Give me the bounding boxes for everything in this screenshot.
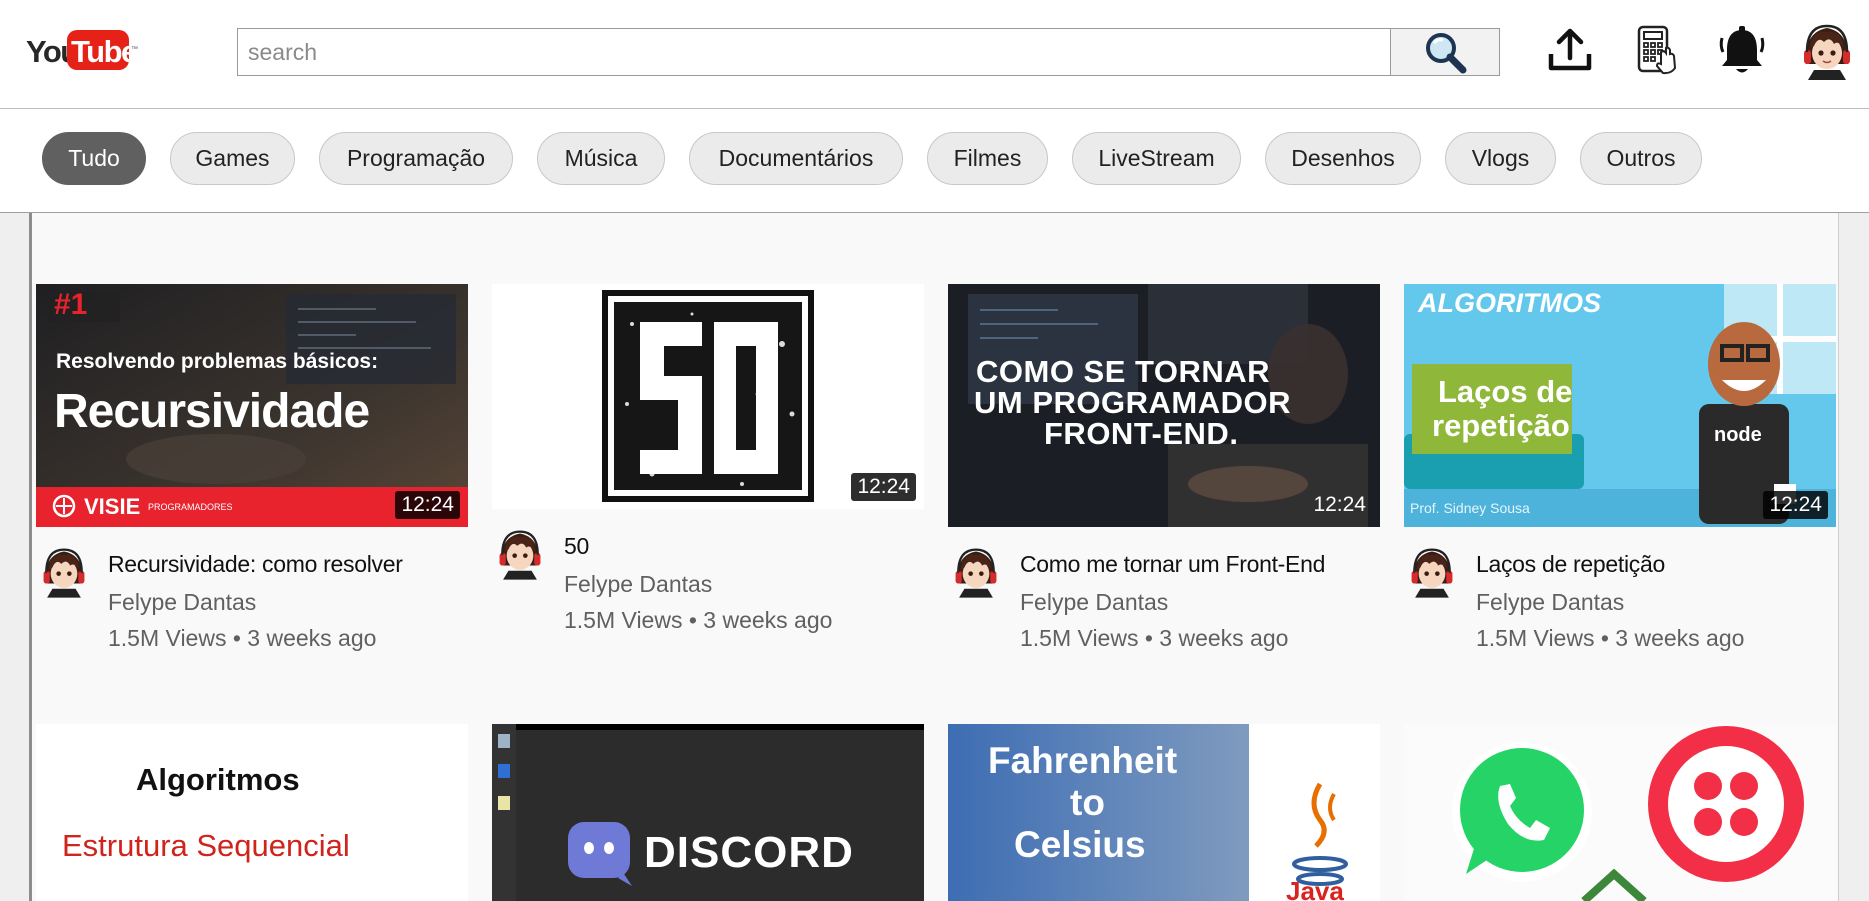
thumbnail-image xyxy=(1404,724,1836,901)
video-meta: 1.5M Views • 3 weeks ago xyxy=(564,607,833,633)
video-duration: 12:24 xyxy=(851,473,916,501)
thumb-shirt-text: node xyxy=(1714,424,1762,446)
category-chip-bar: Tudo Games Programação Música Documentár… xyxy=(0,109,1869,213)
left-sidebar-strip xyxy=(0,213,32,901)
thumb-line1: Laços de xyxy=(1438,374,1573,409)
thumb-line1: Resolvendo problemas básicos: xyxy=(56,350,379,373)
visie-logo-icon xyxy=(52,494,76,518)
right-scroll-strip[interactable] xyxy=(1838,213,1869,901)
chip-label: Música xyxy=(564,145,638,171)
thumb-line2: Estrutura Sequencial xyxy=(62,828,350,863)
twilio-logo-icon xyxy=(1648,726,1804,882)
channel-avatar[interactable] xyxy=(40,544,88,598)
video-feed: #1 Resolvendo problemas básicos: Recursi… xyxy=(0,213,1869,901)
thumb-line2: to xyxy=(1070,782,1105,823)
thumb-credit: Prof. Sidney Sousa xyxy=(1410,500,1530,516)
logo-trademark: ™ xyxy=(131,46,138,53)
avatar-icon xyxy=(1804,24,1850,80)
video-meta: 1.5M Views • 3 weeks ago xyxy=(1020,625,1289,651)
video-thumbnail[interactable]: ALGORITMOS Laços de repetição node Prof.… xyxy=(1404,284,1836,527)
channel-avatar[interactable] xyxy=(1408,544,1456,598)
channel-avatar[interactable] xyxy=(952,544,1000,598)
avatar-icon xyxy=(1411,548,1453,598)
video-thumbnail[interactable]: Fahrenheit to Celsius Java xyxy=(948,724,1380,901)
channel-name[interactable]: Felype Dantas xyxy=(564,571,712,598)
logo-tube-box: Tube xyxy=(67,30,138,70)
discord-logo-icon xyxy=(568,822,632,886)
user-avatar[interactable] xyxy=(1800,20,1854,80)
channel-avatar[interactable] xyxy=(496,526,544,580)
search-icon xyxy=(1426,33,1467,74)
video-card[interactable]: ALGORITMOS Laços de repetição node Prof.… xyxy=(1404,284,1836,615)
video-duration: 12:24 xyxy=(395,491,460,519)
upload-button[interactable] xyxy=(1543,22,1597,78)
chip-vlogs[interactable]: Vlogs xyxy=(1445,132,1556,185)
chip-tudo[interactable]: Tudo xyxy=(42,132,146,185)
video-title[interactable]: Como me tornar um Front-End xyxy=(1020,551,1325,578)
upload-icon xyxy=(1548,28,1592,71)
video-duration: 12:24 xyxy=(1313,493,1366,516)
chip-label: LiveStream xyxy=(1098,145,1215,171)
thumb-line1: Algoritmos xyxy=(136,762,300,797)
video-card[interactable]: 12:24 50 Felype Dantas xyxy=(492,284,924,604)
chip-label: Programação xyxy=(346,145,486,171)
video-thumbnail[interactable]: #1 Resolvendo problemas básicos: Recursi… xyxy=(36,284,468,527)
thumb-line2: repetição xyxy=(1432,408,1570,443)
chip-label: Desenhos xyxy=(1291,145,1395,171)
chip-label: Games xyxy=(195,145,270,171)
video-thumbnail[interactable]: DISCORD xyxy=(492,724,924,901)
channel-name[interactable]: Felype Dantas xyxy=(1476,589,1624,616)
chip-games[interactable]: Games xyxy=(170,132,295,185)
youtube-logo[interactable]: You Tube ™ xyxy=(26,30,138,72)
avatar-icon xyxy=(499,530,541,580)
video-card[interactable]: COMO SE TORNAR UM PROGRAMADOR FRONT-END.… xyxy=(948,284,1380,615)
chip-label: Outros xyxy=(1606,145,1676,171)
channel-name[interactable]: Felype Dantas xyxy=(1020,589,1168,616)
chip-outros[interactable]: Outros xyxy=(1580,132,1702,185)
chip-label: Filmes xyxy=(953,145,1022,171)
video-meta: 1.5M Views • 3 weeks ago xyxy=(108,625,377,651)
apps-icon xyxy=(1637,25,1677,75)
thumb-heading: ALGORITMOS xyxy=(1418,288,1601,318)
thumb-side: Java xyxy=(1286,876,1344,901)
chip-label: Documentários xyxy=(718,145,874,171)
thumb-line2: Recursividade xyxy=(54,385,370,438)
channel-name[interactable]: Felype Dantas xyxy=(108,589,256,616)
thumb-line1: Fahrenheit xyxy=(988,740,1178,781)
top-header: You Tube ™ xyxy=(0,0,1869,109)
chip-livestream[interactable]: LiveStream xyxy=(1072,132,1241,185)
video-thumbnail[interactable] xyxy=(1404,724,1836,901)
search-input[interactable] xyxy=(237,28,1391,76)
chip-filmes[interactable]: Filmes xyxy=(927,132,1048,185)
video-thumbnail[interactable]: COMO SE TORNAR UM PROGRAMADOR FRONT-END.… xyxy=(948,284,1380,527)
chip-documentarios[interactable]: Documentários xyxy=(689,132,903,185)
notifications-button[interactable] xyxy=(1715,22,1769,78)
thumb-brand: VISIE xyxy=(84,494,141,519)
video-title[interactable]: Laços de repetição xyxy=(1476,551,1665,578)
video-thumbnail[interactable]: 12:24 xyxy=(492,284,924,509)
chip-programacao[interactable]: Programação xyxy=(319,132,513,185)
search-button[interactable] xyxy=(1390,28,1500,76)
thumb-line3: FRONT-END. xyxy=(1044,416,1239,451)
thumb-line3: Celsius xyxy=(1014,824,1146,865)
video-duration: 12:24 xyxy=(1763,491,1828,519)
video-thumbnail[interactable]: Algoritmos Estrutura Sequencial xyxy=(36,724,468,901)
logo-tube-text: Tube xyxy=(71,34,138,69)
video-meta: 1.5M Views • 3 weeks ago xyxy=(1476,625,1745,651)
chip-label: Vlogs xyxy=(1471,145,1530,171)
chip-label: Tudo xyxy=(68,145,120,171)
thumb-badge: #1 xyxy=(54,288,88,321)
whatsapp-logo-icon xyxy=(1452,742,1592,882)
video-title[interactable]: 50 xyxy=(564,533,589,560)
video-title[interactable]: Recursividade: como resolver xyxy=(108,551,403,578)
video-card[interactable]: #1 Resolvendo problemas básicos: Recursi… xyxy=(36,284,468,615)
notifications-bell-icon xyxy=(1719,26,1765,73)
avatar-icon xyxy=(43,548,85,598)
thumb-brand-sub: PROGRAMADORES xyxy=(148,502,233,512)
avatar-icon xyxy=(955,548,997,598)
apps-button[interactable] xyxy=(1630,22,1684,78)
chip-musica[interactable]: Música xyxy=(537,132,665,185)
chip-desenhos[interactable]: Desenhos xyxy=(1265,132,1421,185)
thumb-text: DISCORD xyxy=(644,828,854,877)
